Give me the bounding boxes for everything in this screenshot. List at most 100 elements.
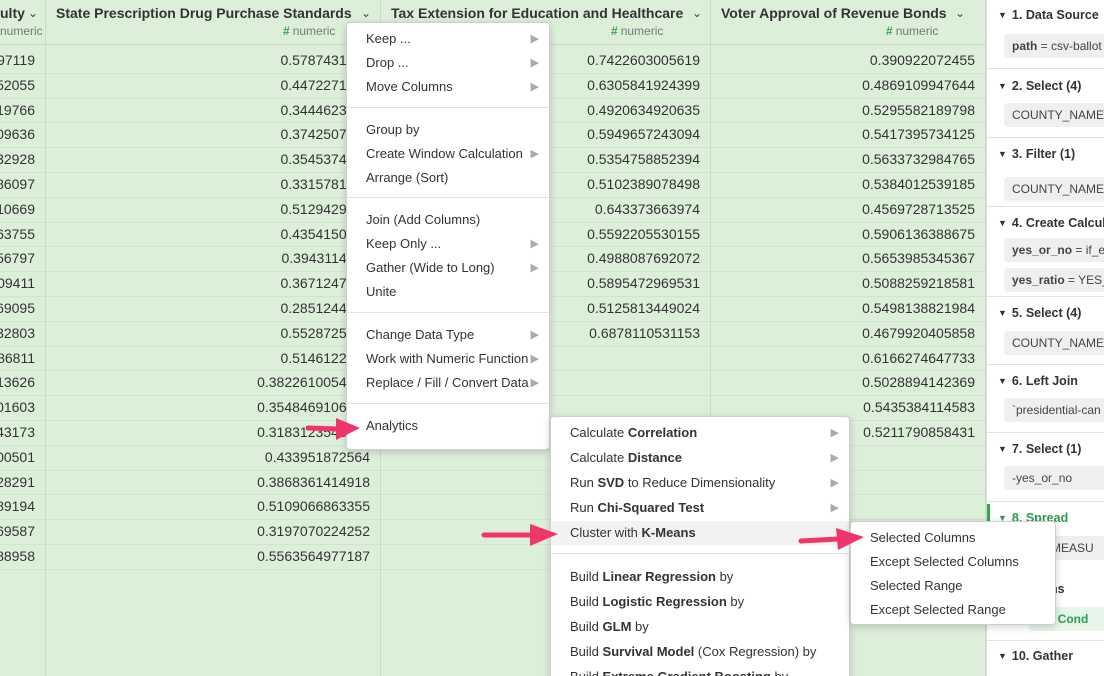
menu-item-work-with-numeric-function[interactable]: Work with Numeric Function ▶ xyxy=(347,347,549,371)
menu-item-svd[interactable]: Run SVD to Reduce Dimensionality ▶ xyxy=(551,471,849,495)
table-cell[interactable]: 0.4569728713525 xyxy=(862,197,975,222)
table-cell[interactable]: 0.5088259218581 xyxy=(862,271,975,296)
column-header[interactable]: ulty ⌄ numeric xyxy=(0,0,45,45)
table-cell[interactable]: 0.3868361414918 xyxy=(257,470,370,495)
step-parameter-chip[interactable]: COUNTY_NAME xyxy=(1004,331,1104,355)
menu-item-distance[interactable]: Calculate Distance ▶ xyxy=(551,446,849,470)
chevron-down-icon[interactable]: ⌄ xyxy=(953,6,967,20)
menu-item-arrange-sort[interactable]: Arrange (Sort) xyxy=(347,166,549,190)
table-cell[interactable]: 0.5295582189798 xyxy=(862,98,975,123)
step-title[interactable]: ▼ 2. Select (4) xyxy=(998,79,1081,93)
table-cell[interactable]: 88958 xyxy=(0,544,35,569)
menu-item-survival-model[interactable]: Build Survival Model (Cox Regression) by xyxy=(551,640,849,664)
table-cell[interactable]: 13626 xyxy=(0,370,35,395)
menu-item-chi-squared-test[interactable]: Run Chi-Squared Test ▶ xyxy=(551,496,849,520)
table-cell[interactable]: 0.5102389078498 xyxy=(587,172,700,197)
table-cell[interactable]: 09411 xyxy=(0,271,35,296)
table-cell[interactable]: 00501 xyxy=(0,445,35,470)
table-cell[interactable]: 97119 xyxy=(0,48,35,73)
menu-item-join-add-columns[interactable]: Join (Add Columns) xyxy=(347,208,549,232)
table-cell[interactable]: 0.5498138821984 xyxy=(862,296,975,321)
table-cell[interactable]: 32803 xyxy=(0,321,35,346)
collapse-triangle-icon[interactable]: ▼ xyxy=(998,149,1007,159)
menu-item-change-data-type[interactable]: Change Data Type ▶ xyxy=(347,323,549,347)
table-cell[interactable]: 01603 xyxy=(0,395,35,420)
table-cell[interactable]: 0.5125813449024 xyxy=(587,296,700,321)
table-cell[interactable]: 0.6166274647733 xyxy=(862,346,975,371)
table-cell[interactable]: 0.3197070224252 xyxy=(257,519,370,544)
table-cell[interactable]: 0.5028894142369 xyxy=(862,370,975,395)
table-cell[interactable]: 0.5417395734125 xyxy=(862,122,975,147)
menu-item-selected-columns[interactable]: Selected Columns xyxy=(851,526,1055,550)
menu-item-group-by[interactable]: Group by xyxy=(347,118,549,142)
table-cell[interactable]: 32928 xyxy=(0,147,35,172)
step-title[interactable]: ▼ 4. Create Calcul xyxy=(998,216,1104,230)
chevron-down-icon[interactable]: ⌄ xyxy=(26,6,40,20)
table-cell[interactable]: 0.7422603005619 xyxy=(587,48,700,73)
collapse-triangle-icon[interactable]: ▼ xyxy=(998,444,1007,454)
column-header[interactable]: State Prescription Drug Purchase Standar… xyxy=(46,0,380,45)
menu-item-drop[interactable]: Drop ... ▶ xyxy=(347,51,549,75)
step-parameter-chip[interactable]: `presidential-can xyxy=(1004,398,1104,422)
table-cell[interactable]: 52055 xyxy=(0,73,35,98)
menu-item-extreme-gradient-boosting[interactable]: Build Extreme Gradient Boosting by xyxy=(551,665,849,676)
step-parameter-chip[interactable]: yes_ratio = YES_ xyxy=(1004,268,1104,292)
table-cell[interactable]: 89194 xyxy=(0,494,35,519)
table-cell[interactable]: 43173 xyxy=(0,420,35,445)
menu-item-move-columns[interactable]: Move Columns ▶ xyxy=(347,75,549,99)
table-cell[interactable]: 0.5109066863355 xyxy=(257,494,370,519)
collapse-triangle-icon[interactable]: ▼ xyxy=(998,376,1007,386)
menu-item-create-window-calculation[interactable]: Create Window Calculation ▶ xyxy=(347,142,549,166)
step-parameter-chip[interactable]: COUNTY_NAME xyxy=(1004,103,1104,127)
table-cell[interactable]: 0.5354758852394 xyxy=(587,147,700,172)
menu-item-unite[interactable]: Unite xyxy=(347,280,549,304)
table-cell[interactable]: 0.5653985345367 xyxy=(862,246,975,271)
table-cell[interactable]: 0.390922072455 xyxy=(870,48,975,73)
table-cell[interactable]: 0.643373663974 xyxy=(595,197,700,222)
step-parameter-chip[interactable]: path = csv-ballot xyxy=(1004,34,1104,58)
table-cell[interactable]: 0.5906136388675 xyxy=(862,222,975,247)
table-cell[interactable]: 0.5949657243094 xyxy=(587,122,700,147)
step-parameter-chip[interactable]: -yes_or_no xyxy=(1004,466,1104,490)
table-cell[interactable]: 0.5563564977187 xyxy=(257,544,370,569)
table-cell[interactable]: 86097 xyxy=(0,172,35,197)
collapse-triangle-icon[interactable]: ▼ xyxy=(998,308,1007,318)
table-cell[interactable]: 0.5592205530155 xyxy=(587,222,700,247)
table-cell[interactable]: 0.4869109947644 xyxy=(862,73,975,98)
collapse-triangle-icon[interactable]: ▼ xyxy=(998,651,1007,661)
table-cell[interactable]: 0.4679920405858 xyxy=(862,321,975,346)
menu-item-keep[interactable]: Keep ... ▶ xyxy=(347,27,549,51)
chevron-down-icon[interactable]: ⌄ xyxy=(690,6,704,20)
table-cell[interactable]: 0.6305841924399 xyxy=(587,73,700,98)
collapse-triangle-icon[interactable]: ▼ xyxy=(998,10,1007,20)
table-cell[interactable]: 28291 xyxy=(0,470,35,495)
menu-item-keep-only[interactable]: Keep Only ... ▶ xyxy=(347,232,549,256)
table-cell[interactable]: 0.4988087692072 xyxy=(587,246,700,271)
menu-item-correlation[interactable]: Calculate Correlation ▶ xyxy=(551,421,849,445)
table-cell[interactable]: 0.6878110531153 xyxy=(589,321,700,346)
step-title[interactable]: ▼ 7. Select (1) xyxy=(998,442,1081,456)
table-cell[interactable]: 0.5384012539185 xyxy=(862,172,975,197)
chevron-down-icon[interactable]: ⌄ xyxy=(359,6,373,20)
table-cell[interactable]: 0.5435384114583 xyxy=(863,395,975,420)
menu-item-selected-range[interactable]: Selected Range xyxy=(851,574,1055,598)
menu-item-replace-fill-convert-data[interactable]: Replace / Fill / Convert Data ▶ xyxy=(347,371,549,395)
step-title[interactable]: ▼ 6. Left Join xyxy=(998,374,1078,388)
table-cell[interactable]: 0.5211790858431 xyxy=(863,420,975,445)
table-cell[interactable]: 86811 xyxy=(0,346,35,371)
menu-item-glm[interactable]: Build GLM by xyxy=(551,615,849,639)
table-cell[interactable]: 69095 xyxy=(0,296,35,321)
menu-item-linear-regression[interactable]: Build Linear Regression by xyxy=(551,565,849,589)
collapse-triangle-icon[interactable]: ▼ xyxy=(998,218,1007,228)
table-cell[interactable]: 10669 xyxy=(0,197,35,222)
column-header[interactable]: Voter Approval of Revenue Bonds ⌄ # numer… xyxy=(711,0,985,45)
table-cell[interactable]: 69587 xyxy=(0,519,35,544)
table-cell[interactable]: 0.4920634920635 xyxy=(587,98,700,123)
table-cell[interactable]: 19766 xyxy=(0,98,35,123)
table-cell[interactable]: 09636 xyxy=(0,122,35,147)
collapse-triangle-icon[interactable]: ▼ xyxy=(998,81,1007,91)
menu-item-except-selected-range[interactable]: Except Selected Range xyxy=(851,598,1055,622)
menu-item-logistic-regression[interactable]: Build Logistic Regression by xyxy=(551,590,849,614)
step-parameter-chip[interactable]: yes_or_no = if_el xyxy=(1004,238,1104,262)
step-title[interactable]: ▼ 1. Data Source xyxy=(998,8,1099,22)
